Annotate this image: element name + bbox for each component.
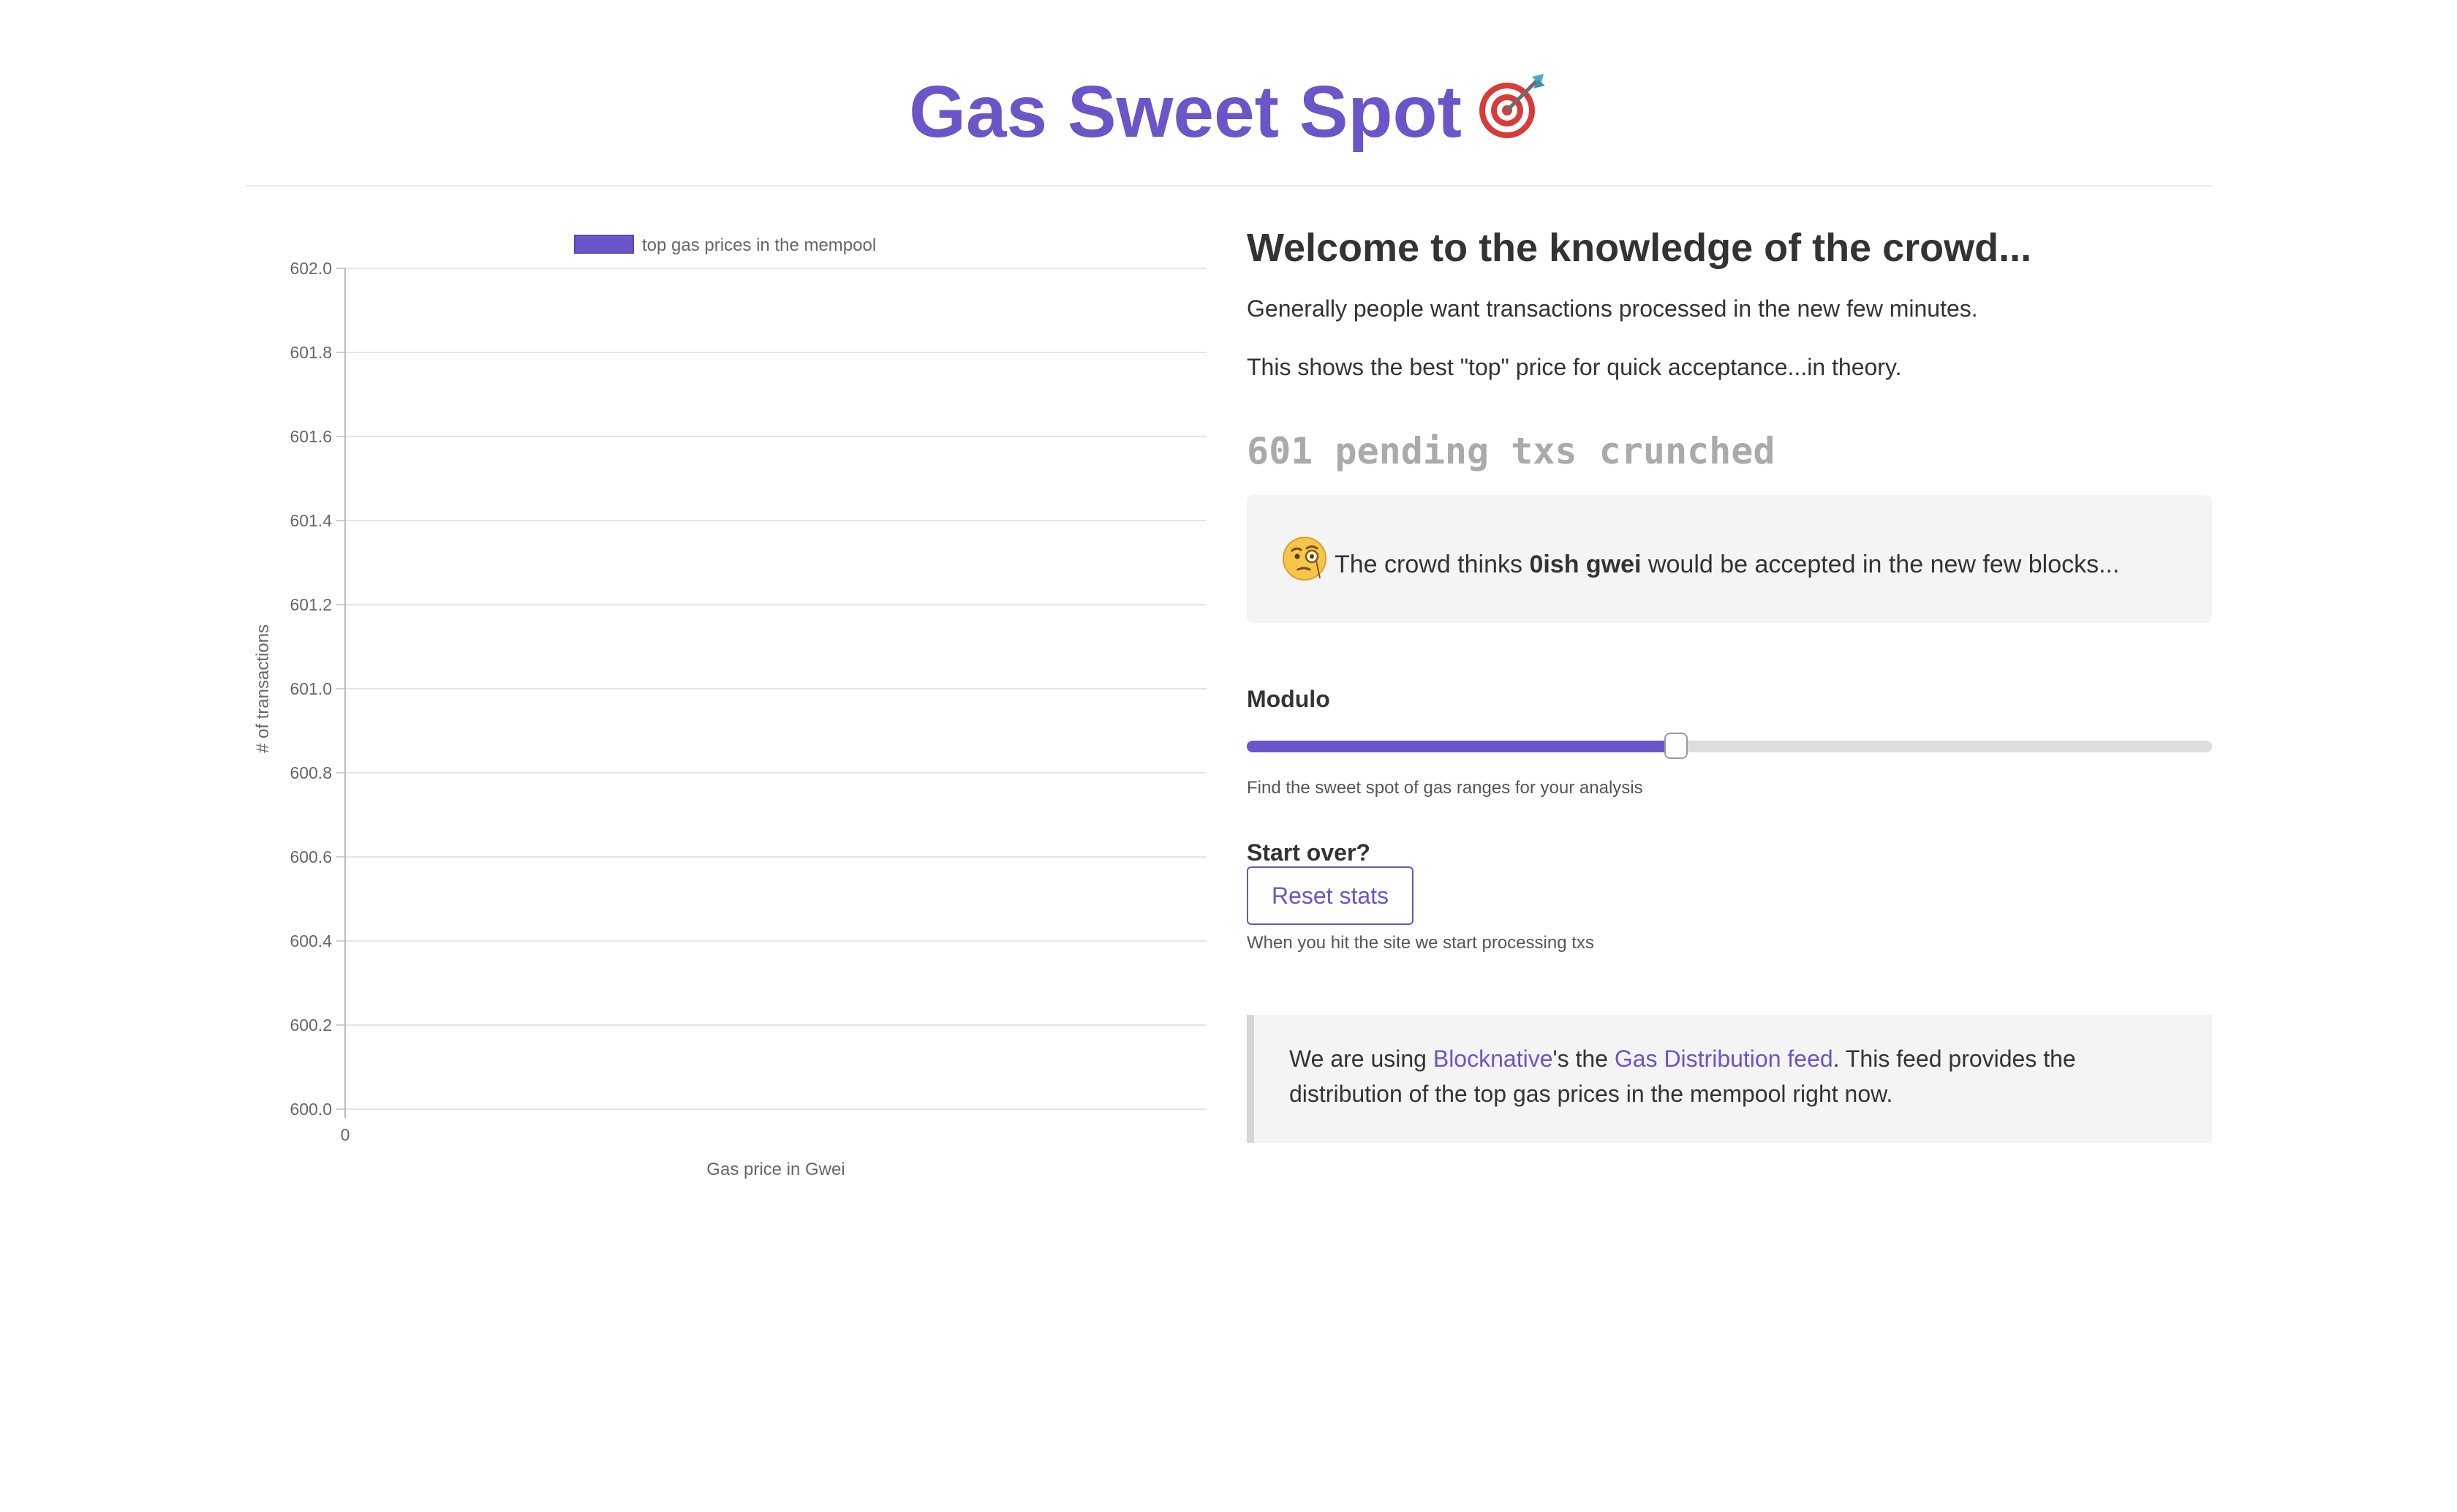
y-tick-label: 600.4 bbox=[290, 931, 332, 950]
y-tick-label: 602.0 bbox=[290, 259, 332, 278]
crowd-estimate-text: The crowd thinks 0ish gwei would be acce… bbox=[1335, 551, 2119, 579]
face-with-monocle-icon bbox=[1283, 537, 1326, 581]
note-prefix: We are using bbox=[1289, 1046, 1433, 1072]
reset-stats-button[interactable]: Reset stats bbox=[1247, 866, 1414, 925]
modulo-hint: Find the sweet spot of gas ranges for yo… bbox=[1247, 778, 1643, 798]
y-tick-label: 600.2 bbox=[290, 1016, 332, 1035]
y-tick-label: 601.2 bbox=[290, 595, 332, 614]
y-tick-label: 601.8 bbox=[290, 343, 332, 362]
crowd-gas-value: 0ish gwei bbox=[1529, 551, 1642, 578]
blocknative-link[interactable]: Blocknative bbox=[1433, 1046, 1553, 1072]
legend-label: top gas prices in the mempool bbox=[642, 235, 876, 255]
gas-distribution-feed-link[interactable]: Gas Distribution feed bbox=[1615, 1046, 1833, 1072]
intro-paragraph: Generally people want transactions proce… bbox=[1247, 295, 1978, 322]
slider-thumb[interactable] bbox=[1664, 733, 1688, 759]
welcome-heading: Welcome to the knowledge of the crowd... bbox=[1247, 226, 2032, 270]
dart-target-icon bbox=[1479, 74, 1545, 138]
x-tick-label: 0 bbox=[341, 1125, 350, 1144]
y-tick-label: 600.0 bbox=[290, 1100, 332, 1119]
legend-swatch bbox=[574, 235, 634, 254]
y-tick-label: 600.8 bbox=[290, 763, 332, 782]
crowd-prefix: The crowd thinks bbox=[1335, 551, 1530, 578]
modulo-slider[interactable] bbox=[1247, 731, 2212, 762]
gas-price-chart: 602.0 601.8 601.6 601.4 601.2 601.0 600.8 600.6… bbox=[253, 235, 1207, 1179]
header-divider bbox=[245, 185, 2212, 186]
y-tick-label: 601.6 bbox=[290, 427, 332, 446]
explanation-paragraph: This shows the best "top" price for quic… bbox=[1247, 354, 1902, 380]
data-source-note: We are using Blocknative's the Gas Distr… bbox=[1247, 1015, 2212, 1143]
pending-count: 601 pending txs crunched bbox=[1247, 430, 1775, 472]
modulo-label: Modulo bbox=[1247, 686, 1330, 712]
data-source-text: We are using Blocknative's the Gas Distr… bbox=[1289, 1041, 2167, 1111]
note-middle: 's the bbox=[1552, 1046, 1615, 1072]
x-axis-label: Gas price in Gwei bbox=[706, 1160, 845, 1179]
y-axis-label: # of transactions bbox=[253, 624, 273, 753]
page-title: Gas Sweet Spot bbox=[0, 64, 2457, 159]
crowd-suffix: would be accepted in the new few blocks.… bbox=[1641, 551, 2120, 578]
crowd-estimate-box: The crowd thinks 0ish gwei would be acce… bbox=[1247, 495, 2212, 623]
y-tick-label: 600.6 bbox=[290, 847, 332, 866]
slider-fill bbox=[1247, 741, 1677, 752]
y-tick-label: 601.4 bbox=[290, 511, 332, 530]
reset-hint: When you hit the site we start processin… bbox=[1247, 933, 1594, 953]
y-tick-label: 601.0 bbox=[290, 679, 332, 698]
start-over-label: Start over? bbox=[1247, 839, 1370, 866]
page-title-text: Gas Sweet Spot bbox=[909, 71, 1462, 153]
